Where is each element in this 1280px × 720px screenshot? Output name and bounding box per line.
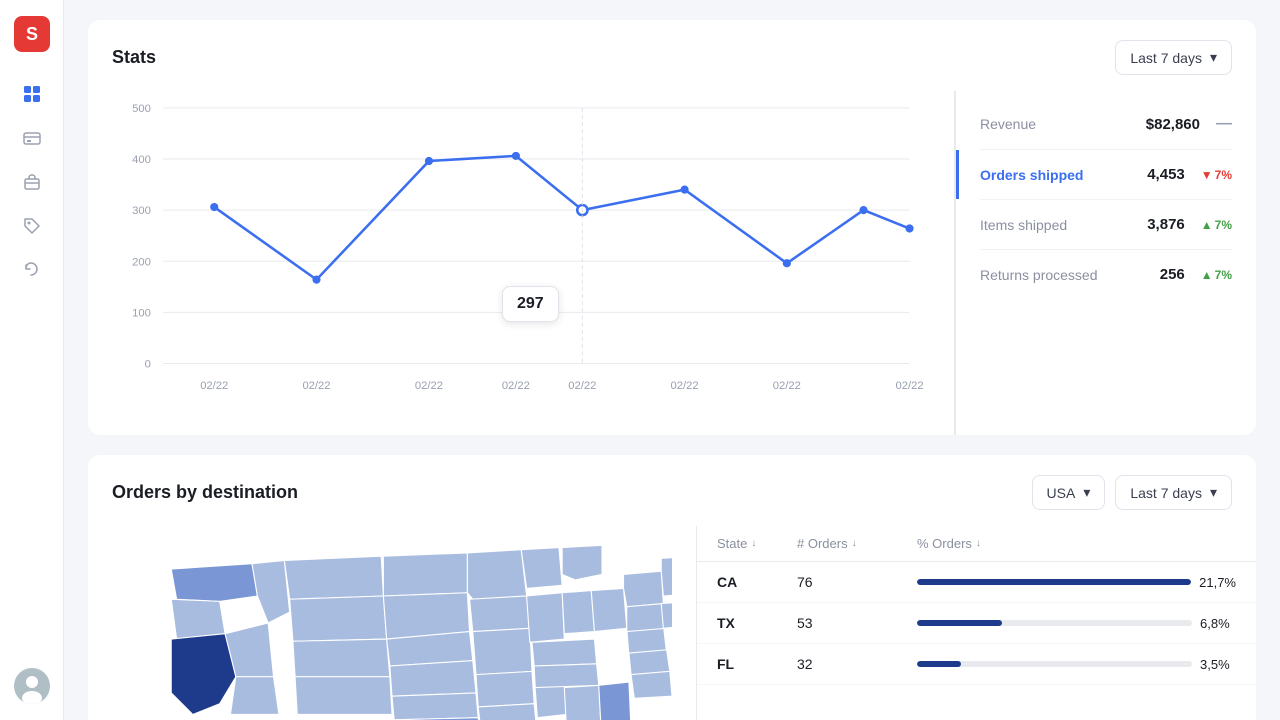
chart-point[interactable] <box>512 152 520 160</box>
chart-area: 500 400 300 200 100 0 <box>88 91 956 435</box>
progress-fill <box>917 620 1002 626</box>
metric-orders-shipped[interactable]: Orders shipped 4,453 ▼ 7% <box>980 150 1232 200</box>
sidebar-item-tags[interactable] <box>14 208 50 244</box>
th-state[interactable]: State ↓ <box>717 536 797 551</box>
pct-cell: 21,7% <box>917 575 1236 590</box>
chart-point[interactable] <box>783 259 791 267</box>
orders-date-dropdown[interactable]: Last 7 days ▾ <box>1115 475 1232 510</box>
svg-text:400: 400 <box>132 154 151 166</box>
th-orders[interactable]: # Orders ↓ <box>797 536 917 551</box>
chevron-down-icon: ▾ <box>1210 49 1217 66</box>
metric-returns-processed[interactable]: Returns processed 256 ▲ 7% <box>980 250 1232 299</box>
table-header: State ↓ # Orders ↓ % Orders ↓ <box>697 526 1256 562</box>
chart-point[interactable] <box>905 224 913 232</box>
svg-text:S: S <box>25 24 37 44</box>
metric-items-shipped[interactable]: Items shipped 3,876 ▲ 7% <box>980 200 1232 250</box>
table-row: CA 76 21,7% <box>697 562 1256 603</box>
chart-point[interactable] <box>312 276 320 284</box>
sidebar: S <box>0 0 64 720</box>
chart-point[interactable] <box>425 157 433 165</box>
svg-text:02/22: 02/22 <box>895 380 923 392</box>
sidebar-item-packages[interactable] <box>14 164 50 200</box>
chart-point[interactable] <box>210 203 218 211</box>
table-row: TX 53 6,8% <box>697 603 1256 644</box>
orders-cell: 53 <box>797 615 917 631</box>
revenue-minus: — <box>1216 115 1232 133</box>
svg-text:02/22: 02/22 <box>568 380 596 392</box>
stats-card-header: Stats Last 7 days ▾ <box>88 20 1256 91</box>
svg-text:02/22: 02/22 <box>773 380 801 392</box>
main-content: Stats Last 7 days ▾ <box>64 0 1280 720</box>
sidebar-item-billing[interactable] <box>14 120 50 156</box>
progress-bar <box>917 661 1192 667</box>
state-cell: TX <box>717 615 797 631</box>
svg-text:02/22: 02/22 <box>502 380 530 392</box>
progress-fill <box>917 661 961 667</box>
pct-cell: 6,8% <box>917 616 1236 631</box>
progress-fill <box>917 579 1191 585</box>
orders-cell: 32 <box>797 656 917 672</box>
orders-card: Orders by destination USA ▾ Last 7 days … <box>88 455 1256 720</box>
stats-layout: 500 400 300 200 100 0 <box>88 91 1256 435</box>
returns-processed-badge: ▲ 7% <box>1201 268 1232 282</box>
sort-icon: ↓ <box>976 538 981 549</box>
metrics-panel: Revenue $82,860 — Orders shipped 4,453 ▼… <box>956 91 1256 435</box>
pct-cell: 3,5% <box>917 657 1236 672</box>
items-shipped-badge: ▲ 7% <box>1201 218 1232 232</box>
line-chart-container: 500 400 300 200 100 0 <box>112 91 930 411</box>
sort-icon: ↓ <box>751 538 756 549</box>
chart-point[interactable] <box>681 186 689 194</box>
stats-title: Stats <box>112 47 156 68</box>
svg-text:02/22: 02/22 <box>415 380 443 392</box>
chevron-down-icon: ▾ <box>1210 484 1217 501</box>
orders-layout: California - 1199 Entries State ↓ # Orde… <box>88 526 1256 720</box>
state-cell: CA <box>717 574 797 590</box>
map-area: California - 1199 Entries <box>88 526 696 720</box>
app-logo[interactable]: S <box>14 16 50 52</box>
stats-date-dropdown[interactable]: Last 7 days ▾ <box>1115 40 1232 75</box>
orders-card-header: Orders by destination USA ▾ Last 7 days … <box>88 455 1256 526</box>
sidebar-item-dashboard[interactable] <box>14 76 50 112</box>
svg-text:100: 100 <box>132 307 151 319</box>
svg-text:200: 200 <box>132 256 151 268</box>
svg-text:02/22: 02/22 <box>671 380 699 392</box>
progress-bar <box>917 620 1192 626</box>
svg-text:0: 0 <box>145 359 151 371</box>
chevron-down-icon: ▾ <box>1083 484 1090 501</box>
line-chart-svg: 500 400 300 200 100 0 <box>112 91 930 411</box>
svg-text:300: 300 <box>132 205 151 217</box>
sidebar-item-returns[interactable] <box>14 252 50 288</box>
user-avatar[interactable] <box>14 668 50 704</box>
svg-text:02/22: 02/22 <box>200 380 228 392</box>
svg-text:02/22: 02/22 <box>302 380 330 392</box>
progress-bar <box>917 579 1191 585</box>
orders-country-dropdown[interactable]: USA ▾ <box>1032 475 1106 510</box>
table-row: FL 32 3,5% <box>697 644 1256 685</box>
orders-title: Orders by destination <box>112 482 298 503</box>
orders-table: State ↓ # Orders ↓ % Orders ↓ CA 76 <box>696 526 1256 720</box>
state-cell: FL <box>717 656 797 672</box>
chart-point[interactable] <box>859 206 867 214</box>
stats-card: Stats Last 7 days ▾ <box>88 20 1256 435</box>
svg-text:500: 500 <box>132 103 151 115</box>
orders-shipped-badge: ▼ 7% <box>1201 168 1232 182</box>
metric-revenue[interactable]: Revenue $82,860 — <box>980 99 1232 150</box>
sort-icon: ↓ <box>852 538 857 549</box>
us-map-svg <box>112 526 672 720</box>
orders-cell: 76 <box>797 574 917 590</box>
th-pct-orders[interactable]: % Orders ↓ <box>917 536 1236 551</box>
